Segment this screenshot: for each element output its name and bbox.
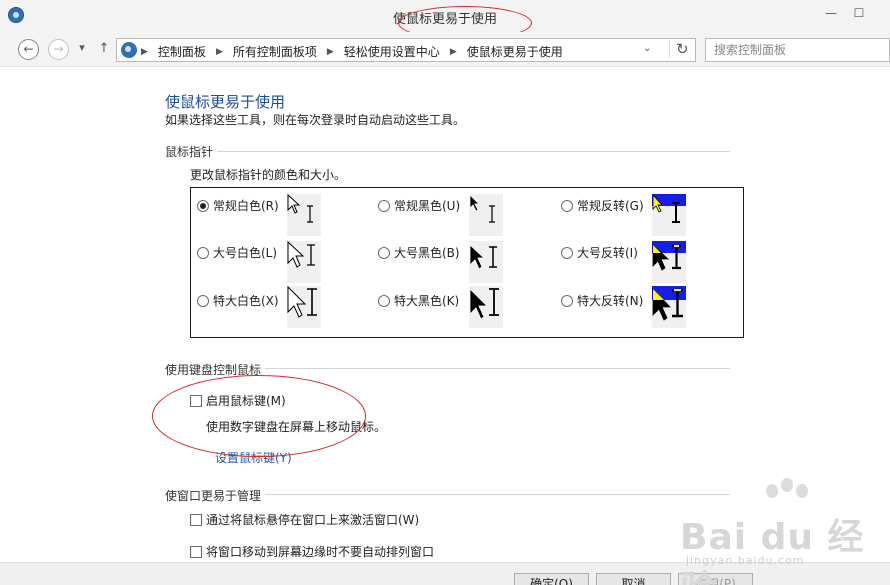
snap-disable-label[interactable]: 将窗口移动到屏幕边缘时不要自动排列窗口 [206,543,434,560]
radio-regular-black[interactable]: 常规黑色(U) [378,197,460,214]
pointer-scheme-panel: 常规白色(R) 常规黑色(U) 常规反转(G) 大号白色(L) 大号黑色(B) … [190,187,744,338]
cursor-inverted-regular-icon [652,194,686,223]
recent-locations-button[interactable]: ▾ [75,41,89,54]
radio-regular-inverted[interactable]: 常规反转(G) [561,197,644,214]
breadcrumb-item-ease-of-access[interactable]: 轻松使用设置中心 [344,43,440,60]
back-button[interactable]: ← [18,39,39,60]
cancel-button[interactable]: 取消 [596,573,671,585]
radio-regular-white[interactable]: 常规白色(R) [197,197,279,214]
chevron-down-icon[interactable]: ⌄ [643,43,651,54]
setup-mouse-keys-link[interactable]: 设置鼠标键(Y) [215,449,292,466]
cursor-black-large-icon [469,244,497,270]
breadcrumb-item-mouse[interactable]: 使鼠标更易于使用 [467,43,563,60]
section-title-pointers: 鼠标指针 [165,145,214,159]
pointer-preview-large-black [469,241,503,283]
radio-xlarge-black[interactable]: 特大黑色(K) [378,292,459,309]
hover-activate-checkbox[interactable] [190,514,202,526]
main-content: 使鼠标更易于使用 如果选择这些工具，则在每次登录时自动启动这些工具。 鼠标指针 … [0,66,890,562]
radio-label[interactable]: 大号白色(L) [213,244,277,261]
control-panel-icon [121,42,137,58]
search-input[interactable] [706,39,890,61]
radio-label[interactable]: 特大黑色(K) [394,292,459,309]
pointers-subtitle: 更改鼠标指针的颜色和大小。 [190,168,347,182]
radio-indicator[interactable] [197,199,209,212]
pointer-preview-large-inverted [652,241,686,283]
pointer-preview-xlarge-inverted [652,286,686,328]
up-button[interactable]: ↑ [97,41,111,56]
radio-label[interactable]: 大号黑色(B) [394,244,460,261]
cursor-black-xlarge-icon [469,288,499,320]
radio-indicator[interactable] [378,246,390,259]
radio-label[interactable]: 常规反转(G) [577,197,644,214]
page-description: 如果选择这些工具，则在每次登录时自动启动这些工具。 [165,113,466,127]
radio-indicator[interactable] [197,246,209,259]
forward-button[interactable]: → [48,39,69,60]
section-divider [265,494,730,495]
radio-indicator[interactable] [561,246,573,259]
refresh-icon[interactable]: ↻ [669,40,689,58]
radio-large-inverted[interactable]: 大号反转(I) [561,244,638,261]
section-title-window-mgmt: 使窗口更易于管理 [165,489,262,503]
radio-indicator[interactable] [378,199,390,212]
radio-large-white[interactable]: 大号白色(L) [197,244,277,261]
section-divider [217,151,730,152]
mouse-keys-label[interactable]: 启用鼠标键(M) [206,392,286,409]
radio-label[interactable]: 特大反转(N) [577,292,643,309]
section-title-keyboard: 使用键盘控制鼠标 [165,363,262,377]
radio-large-black[interactable]: 大号黑色(B) [378,244,460,261]
cursor-inverted-xlarge-icon [652,286,686,321]
radio-xlarge-inverted[interactable]: 特大反转(N) [561,292,643,309]
chevron-right-icon: ▶ [141,46,148,57]
pointer-preview-large-white [287,241,321,283]
cursor-white-regular-icon [287,194,313,223]
title-bar: 使鼠标更易于使用 — ☐ [0,0,890,32]
radio-indicator[interactable] [561,294,573,307]
button-bar: 确定(O) 取消 应用(P) [0,562,890,585]
section-divider [265,368,730,369]
radio-label[interactable]: 常规白色(R) [213,197,279,214]
radio-indicator[interactable] [197,294,209,307]
chevron-right-icon[interactable]: ▶ [216,47,223,57]
address-bar[interactable]: ▶ 控制面板 ▶ 所有控制面板项 ▶ 轻松使用设置中心 ▶ 使鼠标更易于使用 ⌄… [116,38,696,62]
chevron-right-icon[interactable]: ▶ [450,47,457,57]
apply-button[interactable]: 应用(P) [678,573,753,585]
snap-disable-checkbox[interactable] [190,546,202,558]
radio-label[interactable]: 特大白色(X) [213,292,279,309]
pointer-preview-regular-white [287,194,321,236]
annotation-ellipse-mouse-keys [152,375,366,457]
cursor-white-xlarge-icon [287,286,317,318]
navigation-bar: ← → ▾ ↑ ▶ 控制面板 ▶ 所有控制面板项 ▶ 轻松使用设置中心 ▶ 使鼠… [0,32,890,66]
radio-indicator[interactable] [561,199,573,212]
pointer-preview-xlarge-black [469,286,503,328]
chevron-right-icon[interactable]: ▶ [327,47,334,57]
mouse-keys-description: 使用数字键盘在屏幕上移动鼠标。 [206,420,387,434]
radio-xlarge-white[interactable]: 特大白色(X) [197,292,279,309]
cursor-black-regular-icon [469,194,495,223]
mouse-keys-checkbox[interactable] [190,395,202,407]
cursor-white-large-icon [287,241,315,268]
window-title: 使鼠标更易于使用 [392,12,497,27]
ok-button[interactable]: 确定(O) [514,573,589,585]
radio-indicator[interactable] [378,294,390,307]
maximize-button[interactable]: ☐ [848,6,870,20]
radio-label[interactable]: 大号反转(I) [577,244,638,261]
breadcrumb-item-control-panel[interactable]: 控制面板 [158,43,206,60]
breadcrumb: ▶ 控制面板 ▶ 所有控制面板项 ▶ 轻松使用设置中心 ▶ 使鼠标更易于使用 [141,43,563,60]
breadcrumb-item-all-items[interactable]: 所有控制面板项 [233,43,317,60]
page-title: 使鼠标更易于使用 [165,93,286,111]
pointer-preview-xlarge-white [287,286,321,328]
pointer-preview-regular-inverted [652,194,686,236]
hover-activate-label[interactable]: 通过将鼠标悬停在窗口上来激活窗口(W) [206,511,419,528]
search-box[interactable] [705,38,890,62]
minimize-button[interactable]: — [820,6,842,20]
pointer-preview-regular-black [469,194,503,236]
cursor-inverted-large-icon [652,241,686,271]
radio-label[interactable]: 常规黑色(U) [394,197,460,214]
